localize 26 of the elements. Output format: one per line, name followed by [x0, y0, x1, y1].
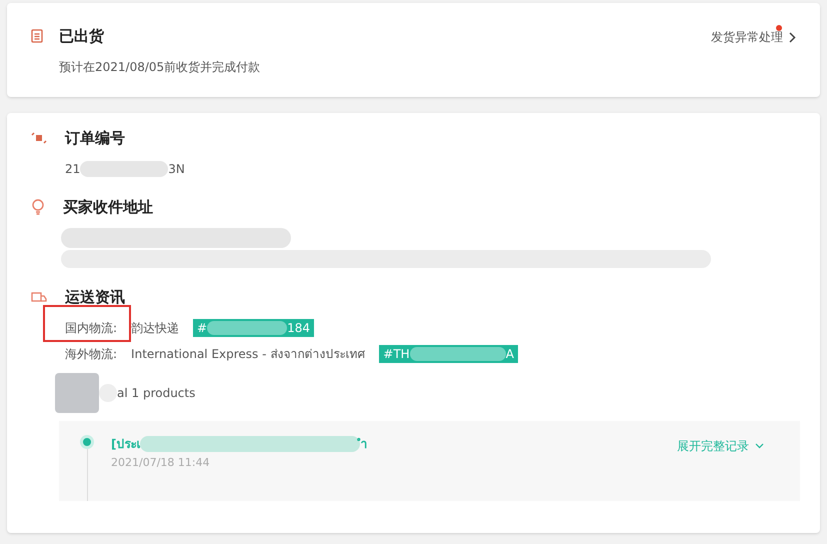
logistics-label: 国内物流:: [65, 320, 118, 336]
redaction-blur: [99, 384, 117, 402]
shipping-issue-link[interactable]: 发货异常处理: [711, 27, 796, 47]
chevron-down-icon: [755, 442, 764, 448]
expand-history-button[interactable]: 展开完整记录: [677, 436, 764, 454]
section-title: 买家收件地址: [63, 196, 153, 218]
order-number-end: 3N: [168, 160, 185, 178]
chevron-right-icon: [789, 32, 796, 42]
section-title: 运送资讯: [65, 287, 125, 308]
lightbulb-icon: [31, 198, 45, 215]
tracking-tag[interactable]: #TH A: [379, 344, 518, 362]
scan-icon: [31, 131, 47, 146]
delivery-note: 预计在2021/08/05前收货并完成付款: [59, 58, 260, 76]
order-number-start: 21: [65, 160, 80, 178]
logistics-label: 海外物流:: [65, 346, 118, 362]
section-title: 订单编号: [65, 128, 125, 149]
event-time: 2021/07/18 11:44: [111, 454, 211, 470]
product-thumbnail: [55, 372, 99, 412]
tracking-tag[interactable]: # 184: [193, 318, 314, 336]
product-count: al 1 products: [117, 384, 196, 402]
section-title: 已出货: [59, 26, 105, 47]
tracking-event-start: [ประเ: [111, 436, 140, 452]
clipboard-icon: [31, 29, 43, 43]
carrier-name: International Express - ส่งจากต่างประเทศ: [131, 346, 366, 362]
truck-icon: [31, 290, 47, 304]
carrier-name: 韵达快递: [131, 320, 180, 336]
